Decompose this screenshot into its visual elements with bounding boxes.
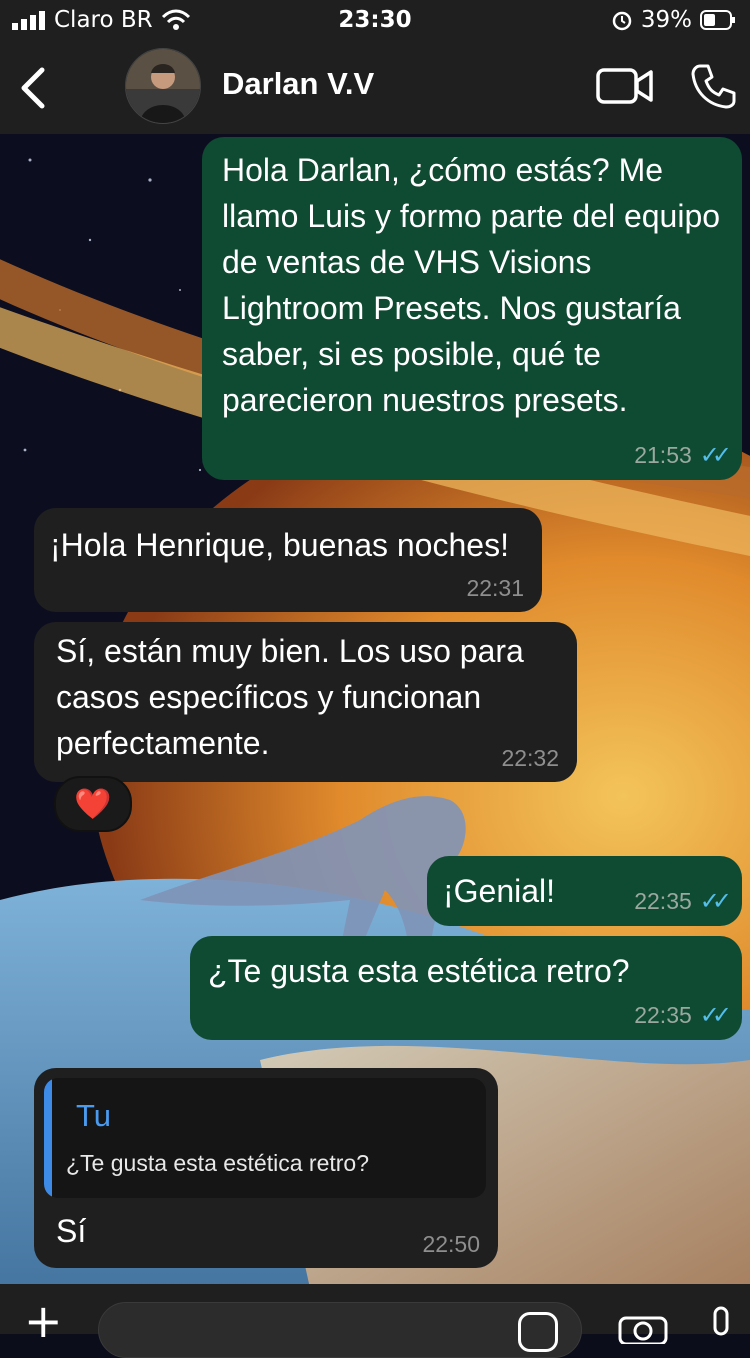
sticker-icon[interactable] [518,1312,558,1352]
quote-author: Tu [76,1098,112,1133]
message-input-bar: + [0,1284,750,1358]
message-time: 21:53 [634,442,692,468]
quote-accent-bar [44,1078,52,1198]
status-bar: Claro BR 23:30 39% [0,0,750,44]
message-bubble-incoming[interactable]: Sí, están muy bien. Los uso para casos e… [34,622,577,782]
microphone-button[interactable] [706,1306,736,1346]
read-receipt-icon: ✓✓ [699,1002,732,1029]
message-bubble-incoming[interactable]: ¡Hola Henrique, buenas noches! 22:31 [34,508,542,612]
message-time: 22:31 [466,575,524,601]
contact-avatar[interactable] [125,48,201,124]
battery-percent: 39% [640,7,692,33]
message-time: 22:35 [634,1002,692,1028]
message-text: ¡Hola Henrique, buenas noches! [50,527,509,563]
message-time: 22:32 [501,745,559,771]
message-bubble-outgoing[interactable]: Hola Darlan, ¿cómo estás? Me llamo Luis … [202,137,742,480]
video-call-button[interactable] [596,66,654,106]
alarm-icon [612,11,632,31]
chat-header: Darlan V.V [0,44,750,134]
battery-icon [700,10,735,30]
message-text: ¿Te gusta esta estética retro? [208,953,630,989]
back-button[interactable] [14,64,54,112]
read-receipt-icon: ✓✓ [699,442,732,469]
message-bubble-outgoing[interactable]: ¡Genial! 22:35 ✓✓ [427,856,742,926]
voice-call-button[interactable] [690,62,738,110]
message-bubble-outgoing[interactable]: ¿Te gusta esta estética retro? 22:35 ✓✓ [190,936,742,1040]
message-text: Sí [56,1213,87,1249]
message-bubble-incoming[interactable]: Tu ¿Te gusta esta estética retro? Sí 22:… [34,1068,498,1268]
reaction-heart[interactable]: ❤️ [54,776,132,832]
quote-text: ¿Te gusta esta estética retro? [66,1150,369,1176]
message-time: 22:35 [634,888,692,914]
quoted-message[interactable]: Tu ¿Te gusta esta estética retro? [44,1078,486,1198]
contact-name[interactable]: Darlan V.V [222,66,374,102]
message-text: Hola Darlan, ¿cómo estás? Me llamo Luis … [222,152,729,418]
message-input[interactable] [98,1302,582,1358]
attach-plus-button[interactable]: + [24,1298,70,1344]
message-text: Sí, están muy bien. Los uso para casos e… [56,633,533,761]
message-time: 22:50 [422,1231,480,1257]
camera-button[interactable] [618,1310,668,1344]
read-receipt-icon: ✓✓ [699,888,732,915]
